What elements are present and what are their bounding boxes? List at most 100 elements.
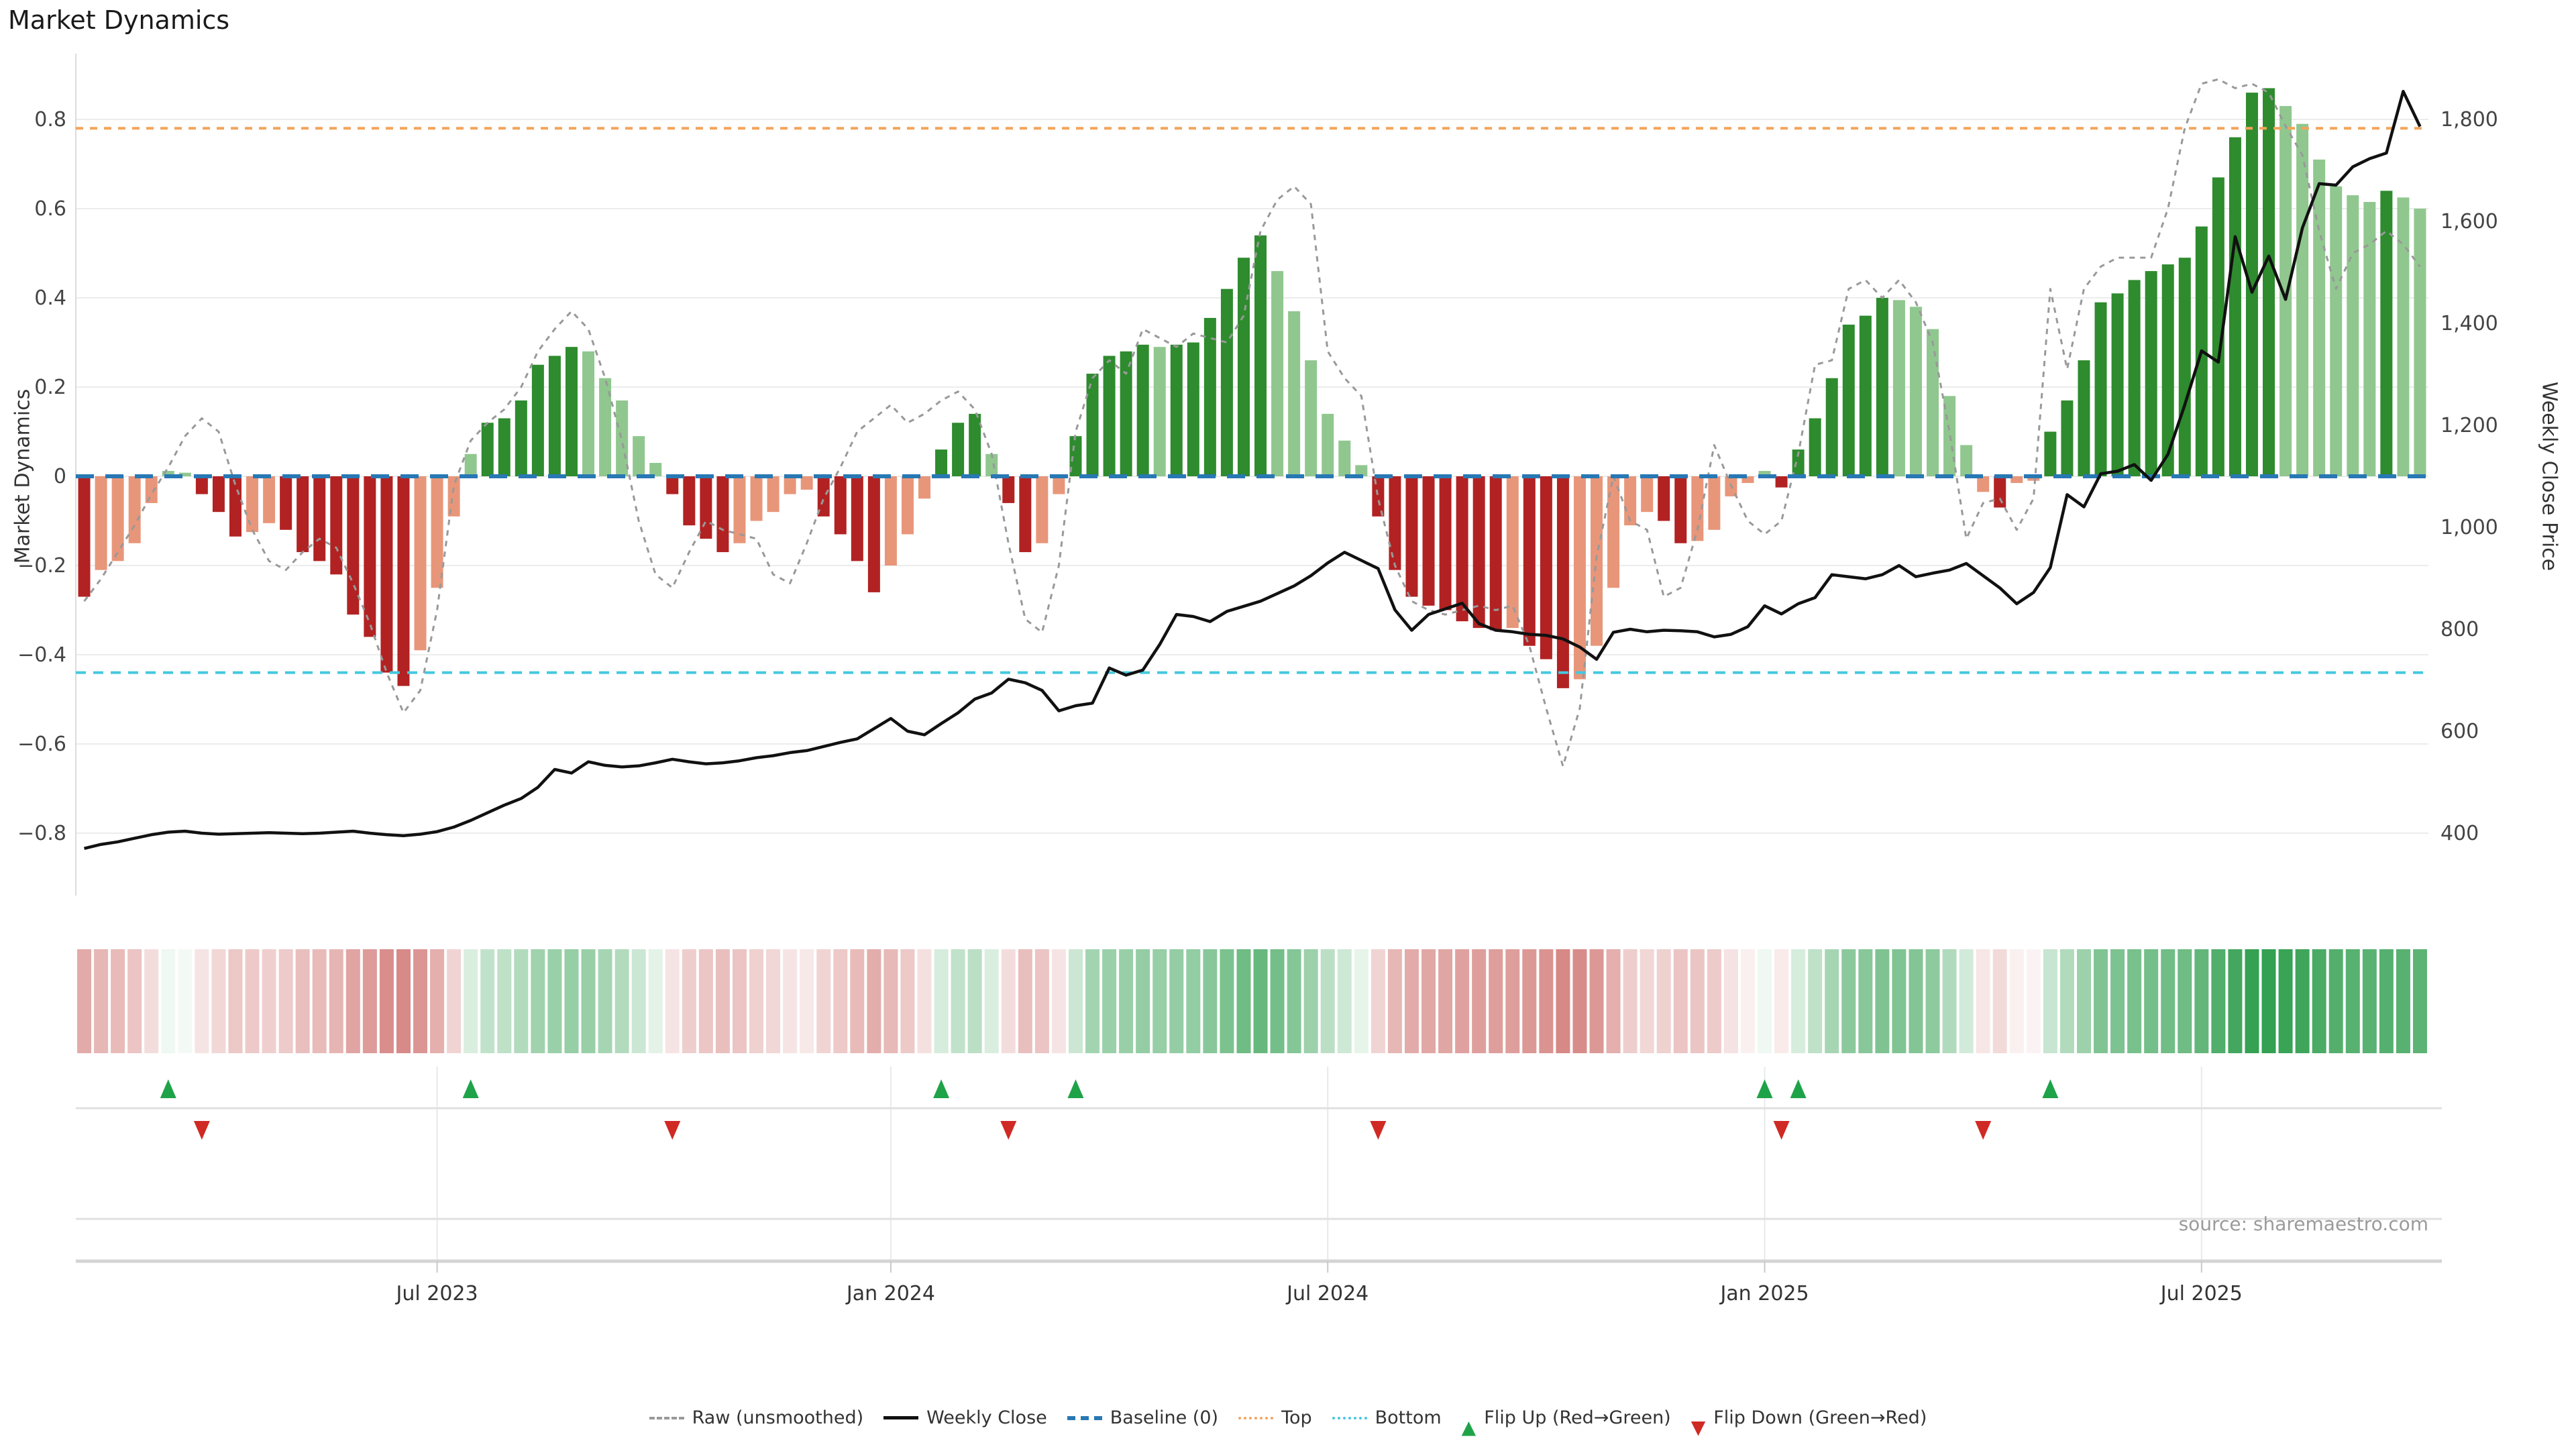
osc-bar <box>380 476 392 673</box>
heat-cell <box>1119 949 1133 1053</box>
osc-bar <box>1994 476 2006 508</box>
heat-cell <box>346 949 360 1053</box>
heat-cell <box>1018 949 1032 1053</box>
heat-cell <box>850 949 864 1053</box>
flip-up-marker <box>1790 1079 1807 1098</box>
heat-cell <box>582 949 596 1053</box>
osc-bar <box>2347 195 2359 476</box>
flip-up-marker <box>933 1079 949 1098</box>
x-tick-label: Jan 2025 <box>1719 1282 1809 1305</box>
osc-bar <box>1372 476 1384 517</box>
osc-bar <box>2078 360 2090 476</box>
right-axis-tick: 800 <box>2440 618 2479 641</box>
osc-bar <box>330 476 342 574</box>
heat-cell <box>1993 949 2007 1053</box>
osc-bar <box>1624 476 1636 525</box>
osc-bar <box>1456 476 1468 621</box>
osc-bar <box>2313 160 2325 476</box>
heat-cell <box>1741 949 1755 1053</box>
osc-bar <box>1641 476 1653 512</box>
heat-cell <box>1236 949 1250 1053</box>
heat-cell <box>1707 949 1721 1053</box>
heat-cell <box>1035 949 1049 1053</box>
osc-bar <box>1893 300 1905 476</box>
osc-bar <box>1338 441 1350 476</box>
heat-cell <box>2228 949 2242 1053</box>
heat-cell <box>1841 949 1856 1053</box>
left-axis-tick: 0.4 <box>34 286 66 310</box>
left-axis-tick: −0.6 <box>17 733 66 756</box>
heat-cell <box>211 949 225 1053</box>
heat-cell <box>195 949 209 1053</box>
flip-up-marker <box>1067 1079 1083 1098</box>
heat-cell <box>246 949 260 1053</box>
left-axis-tick: −0.8 <box>17 822 66 845</box>
osc-bar <box>280 476 292 530</box>
heat-cell <box>1724 949 1738 1053</box>
heat-cell <box>2043 949 2057 1053</box>
osc-bar <box>1876 298 1888 476</box>
osc-bar <box>633 436 645 476</box>
heat-cell <box>733 949 747 1053</box>
right-axis-tick: 1,600 <box>2440 210 2498 233</box>
heat-cell <box>1069 949 1083 1053</box>
osc-bar <box>1254 235 1267 476</box>
osc-bar <box>582 352 594 476</box>
osc-bar <box>397 476 409 686</box>
heat-cell <box>2346 949 2360 1053</box>
heat-cell <box>2077 949 2091 1053</box>
flip-down-marker <box>194 1121 210 1140</box>
osc-bar <box>1776 476 1788 488</box>
heat-cell <box>716 949 730 1053</box>
heat-cell <box>1405 949 1419 1053</box>
heat-cell <box>883 949 898 1053</box>
heat-cell <box>2144 949 2158 1053</box>
x-tick-label: Jul 2024 <box>1285 1282 1368 1305</box>
heat-cell <box>1455 949 1469 1053</box>
osc-bar <box>347 476 359 614</box>
osc-bar <box>1674 476 1686 543</box>
osc-bar <box>1322 414 1334 476</box>
heat-cell <box>1203 949 1217 1053</box>
osc-bar <box>297 476 309 552</box>
osc-bar <box>2414 209 2426 476</box>
legend-item: ▼Flip Down (Green→Red) <box>1691 1407 1927 1428</box>
heat-cell <box>296 949 310 1053</box>
osc-bar <box>2229 138 2241 476</box>
heat-cell <box>1388 949 1402 1053</box>
left-axis-tick: −0.4 <box>17 643 66 667</box>
heat-cell <box>2245 949 2259 1053</box>
heat-cell <box>2110 949 2125 1053</box>
osc-bar <box>1288 311 1300 476</box>
osc-bar <box>1826 378 1838 476</box>
heat-cell <box>2127 949 2141 1053</box>
x-tick-label: Jul 2023 <box>395 1282 478 1305</box>
heat-cell <box>2194 949 2208 1053</box>
osc-bar <box>1708 476 1720 530</box>
legend-dot-icon <box>1332 1417 1367 1419</box>
osc-bar <box>1927 329 1939 476</box>
heat-cell <box>94 949 108 1053</box>
legend-label: Raw (unsmoothed) <box>692 1407 864 1428</box>
heat-cell <box>1338 949 1352 1053</box>
heat-cell <box>178 949 192 1053</box>
osc-bar <box>2179 258 2191 476</box>
osc-bar <box>2129 280 2141 476</box>
heat-cell <box>447 949 461 1053</box>
heat-cell <box>1791 949 1805 1053</box>
heat-cell <box>1152 949 1167 1053</box>
heat-cell <box>816 949 830 1053</box>
osc-bar <box>129 476 141 543</box>
heat-cell <box>1472 949 1486 1053</box>
osc-bar <box>1473 476 1485 628</box>
heat-cell <box>2379 949 2394 1053</box>
heat-cell <box>2178 949 2192 1053</box>
heat-cell <box>127 949 142 1053</box>
osc-bar <box>1591 476 1603 646</box>
osc-bar <box>801 476 813 490</box>
osc-bar <box>515 400 527 476</box>
osc-bar <box>784 476 796 494</box>
heat-cell <box>1136 949 1150 1053</box>
osc-bar <box>415 476 427 650</box>
osc-bar <box>902 476 914 534</box>
